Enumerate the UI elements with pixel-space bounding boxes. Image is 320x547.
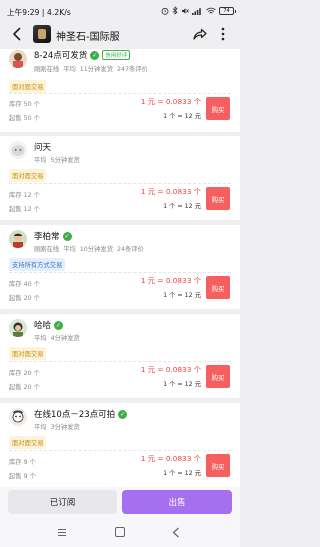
trade-tag: 支持所有方式交易 <box>9 258 66 271</box>
stock-text: 库存 50 个 <box>9 101 40 108</box>
seller-meta: 刚刚在线 平均 11分钟发货 247条评价 <box>34 66 148 73</box>
seller-card: 哈哈 ✓ 平均 4分钟发货 面对面交易 库存 20 个 起售 20 个 1 元 … <box>0 314 240 398</box>
divider <box>9 272 231 273</box>
system-back-icon[interactable] <box>172 527 180 538</box>
back-icon[interactable] <box>9 26 25 42</box>
trade-tag: 面对面交易 <box>9 347 47 360</box>
wifi-icon <box>206 7 216 13</box>
seller-name: 8-24点可发货 <box>34 51 88 61</box>
stock-text: 库存 12 个 <box>9 192 40 199</box>
min-purchase: 起售 50 个 <box>9 115 40 122</box>
divider <box>9 361 231 362</box>
unit-price: 1 个 = 12 元 <box>163 381 201 388</box>
alarm-icon <box>161 7 169 15</box>
top-nav: 神圣石-国际服 <box>0 21 240 49</box>
bottom-action-bar: 已订阅 出售 <box>0 487 240 519</box>
verified-icon: ✓ <box>62 231 72 241</box>
buy-button[interactable]: 购买 <box>206 365 230 388</box>
divider <box>9 183 231 184</box>
credit-badge: 信用好评 <box>102 50 131 60</box>
status-icons: 74 <box>161 6 236 15</box>
divider <box>9 93 231 94</box>
price-rate: 1 元 = 0.0833 个 <box>140 187 201 196</box>
seller-list[interactable]: 8-24点可发货 ✓ 信用好评 刚刚在线 平均 11分钟发货 247条评价 面对… <box>0 49 240 487</box>
seller-card: 在线10点－23点可拍 ✓ 平均 3分钟发货 面对面交易 库存 9 个 起售 9… <box>0 403 240 487</box>
unit-price: 1 个 = 12 元 <box>163 470 201 477</box>
trade-tag: 面对面交易 <box>9 169 47 182</box>
min-purchase: 起售 12 个 <box>9 206 40 213</box>
seller-name: 在线10点－23点可拍 <box>34 410 116 420</box>
seller-meta: 平均 4分钟发货 <box>34 335 80 342</box>
menu-icon[interactable] <box>57 528 67 537</box>
game-icon <box>33 25 51 43</box>
sell-button[interactable]: 出售 <box>122 490 232 514</box>
seller-avatar <box>9 141 27 159</box>
mute-icon <box>182 7 189 14</box>
seller-card: 问天 平均 5分钟发货 面对面交易 库存 12 个 起售 12 个 1 元 = … <box>0 136 240 220</box>
min-purchase: 起售 9 个 <box>9 473 36 480</box>
unit-price: 1 个 = 12 元 <box>163 113 201 120</box>
min-purchase: 起售 20 个 <box>9 384 40 391</box>
seller-name: 问天 <box>34 143 52 153</box>
seller-name: 哈哈 <box>34 321 52 331</box>
price-rate: 1 元 = 0.0833 个 <box>140 365 201 374</box>
seller-meta: 平均 3分钟发货 <box>34 424 80 431</box>
price-rate: 1 元 = 0.0833 个 <box>140 454 201 463</box>
bluetooth-icon <box>172 6 178 15</box>
verified-icon: ✓ <box>54 320 64 330</box>
buy-button[interactable]: 购买 <box>206 276 230 299</box>
buy-button[interactable]: 购买 <box>206 187 230 210</box>
verified-icon: ✓ <box>118 409 128 419</box>
status-time: 上午9:29 | 4.2K/s <box>7 8 71 17</box>
battery-level: 74 <box>223 7 230 14</box>
verified-icon: ✓ <box>90 50 100 60</box>
home-icon[interactable] <box>115 527 125 537</box>
page-title: 神圣石-国际服 <box>56 32 120 43</box>
unit-price: 1 个 = 12 元 <box>163 292 201 299</box>
trade-tag: 面对面交易 <box>9 80 47 93</box>
seller-card: 李柏常 ✓ 刚刚在线 平均 10分钟发货 24条评价 支持所有方式交易 库存 4… <box>0 225 240 309</box>
battery-icon: 74 <box>219 6 236 15</box>
seller-avatar <box>9 230 27 248</box>
min-purchase: 起售 20 个 <box>9 295 40 302</box>
seller-card: 8-24点可发货 ✓ 信用好评 刚刚在线 平均 11分钟发货 247条评价 面对… <box>0 49 240 132</box>
stock-text: 库存 20 个 <box>9 370 40 377</box>
price-rate: 1 元 = 0.0833 个 <box>140 276 201 285</box>
subscribe-button[interactable]: 已订阅 <box>8 490 117 514</box>
signal-icon <box>192 7 201 15</box>
system-nav-bar <box>0 519 240 547</box>
stock-text: 库存 9 个 <box>9 459 36 466</box>
seller-avatar <box>9 408 27 426</box>
buy-button[interactable]: 购买 <box>206 454 230 477</box>
seller-name: 李柏常 <box>34 232 60 242</box>
stock-text: 库存 40 个 <box>9 281 40 288</box>
seller-avatar <box>9 319 27 337</box>
seller-meta: 平均 5分钟发货 <box>34 157 80 164</box>
divider <box>9 450 231 451</box>
seller-avatar <box>9 50 27 68</box>
status-bar: 上午9:29 | 4.2K/s 74 <box>0 0 240 21</box>
unit-price: 1 个 = 12 元 <box>163 203 201 210</box>
seller-meta: 刚刚在线 平均 10分钟发货 24条评价 <box>34 246 144 253</box>
price-rate: 1 元 = 0.0833 个 <box>140 97 201 106</box>
more-icon[interactable] <box>218 26 228 42</box>
share-icon[interactable] <box>192 26 208 42</box>
trade-tag: 面对面交易 <box>9 436 47 449</box>
buy-button[interactable]: 购买 <box>206 97 230 120</box>
